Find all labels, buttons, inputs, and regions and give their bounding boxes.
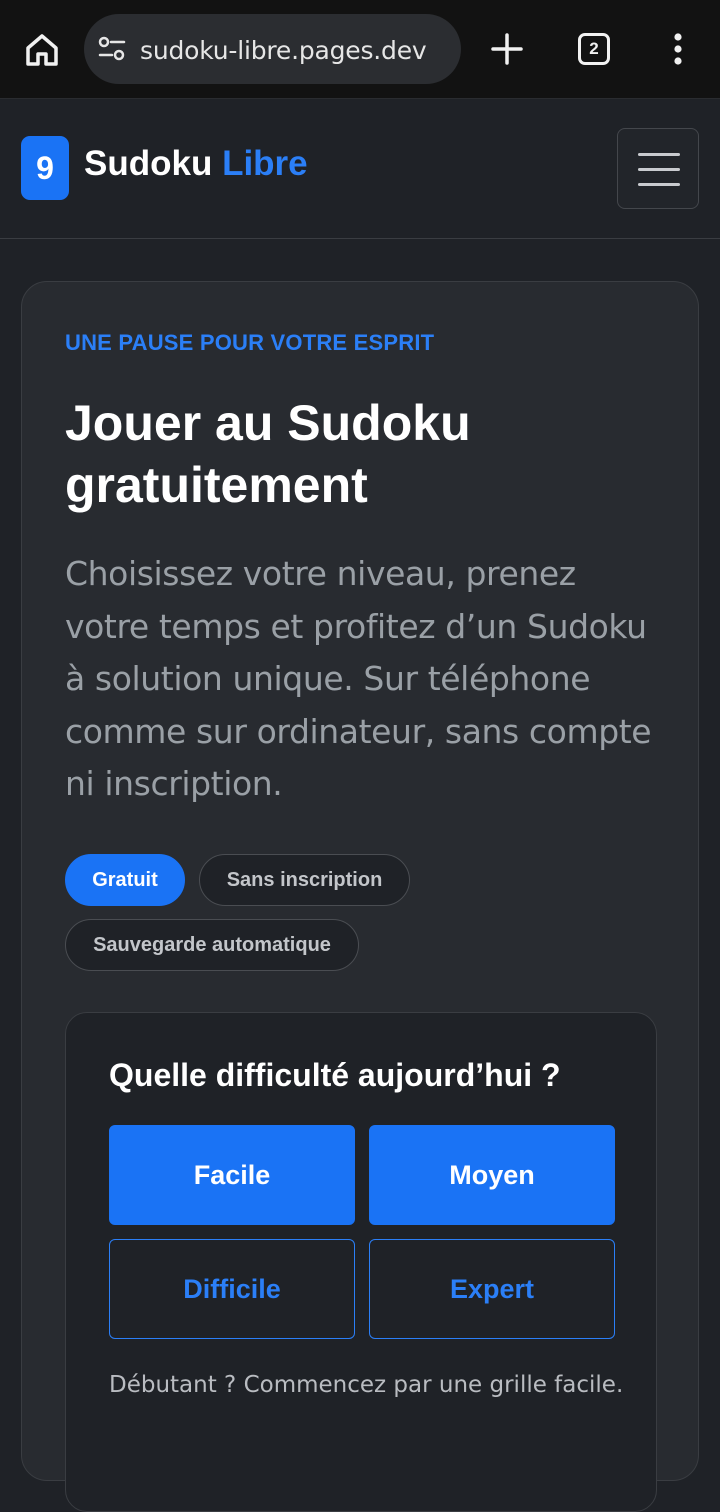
- chip-sans-inscription: Sans inscription: [199, 854, 410, 906]
- hero-title: Jouer au Sudoku gratuitement: [65, 395, 471, 513]
- difficulty-moyen-button[interactable]: Moyen: [369, 1125, 615, 1225]
- brand-main: Sudoku: [84, 144, 213, 183]
- brand-name[interactable]: Sudoku Libre: [84, 144, 308, 184]
- home-icon[interactable]: [22, 30, 62, 70]
- logo-badge[interactable]: 9: [21, 136, 69, 200]
- site-settings-icon[interactable]: [98, 36, 126, 62]
- new-tab-icon[interactable]: [488, 28, 526, 70]
- hero-card: UNE PAUSE POUR VOTRE ESPRIT Jouer au Sud…: [21, 281, 699, 1512]
- address-bar[interactable]: sudoku-libre.pages.dev: [84, 14, 461, 84]
- difficulty-expert-button[interactable]: Expert: [369, 1239, 615, 1339]
- chip-sauvegarde-automatique: Sauvegarde automatique: [65, 919, 359, 971]
- browser-toolbar: sudoku-libre.pages.dev 2: [0, 0, 720, 99]
- hamburger-menu-icon[interactable]: [617, 128, 699, 209]
- hero-description: Choisissez votre niveau, prenez votre te…: [65, 554, 652, 803]
- url-text[interactable]: sudoku-libre.pages.dev: [140, 36, 427, 65]
- brand-accent: Libre: [222, 144, 308, 183]
- hero-eyebrow: UNE PAUSE POUR VOTRE ESPRIT: [65, 330, 435, 355]
- tab-switcher-icon[interactable]: 2: [578, 33, 610, 65]
- difficulty-hint: Débutant ? Commencez par une grille faci…: [109, 1372, 624, 1398]
- difficulty-title: Quelle difficulté aujourd’hui ?: [109, 1057, 561, 1093]
- difficulty-difficile-button[interactable]: Difficile: [109, 1239, 355, 1339]
- difficulty-facile-button[interactable]: Facile: [109, 1125, 355, 1225]
- chip-gratuit: Gratuit: [65, 854, 185, 906]
- more-options-icon[interactable]: [668, 32, 688, 66]
- difficulty-panel: Quelle difficulté aujourd’hui ? Facile M…: [65, 1012, 657, 1512]
- site-header: 9 Sudoku Libre: [0, 100, 720, 239]
